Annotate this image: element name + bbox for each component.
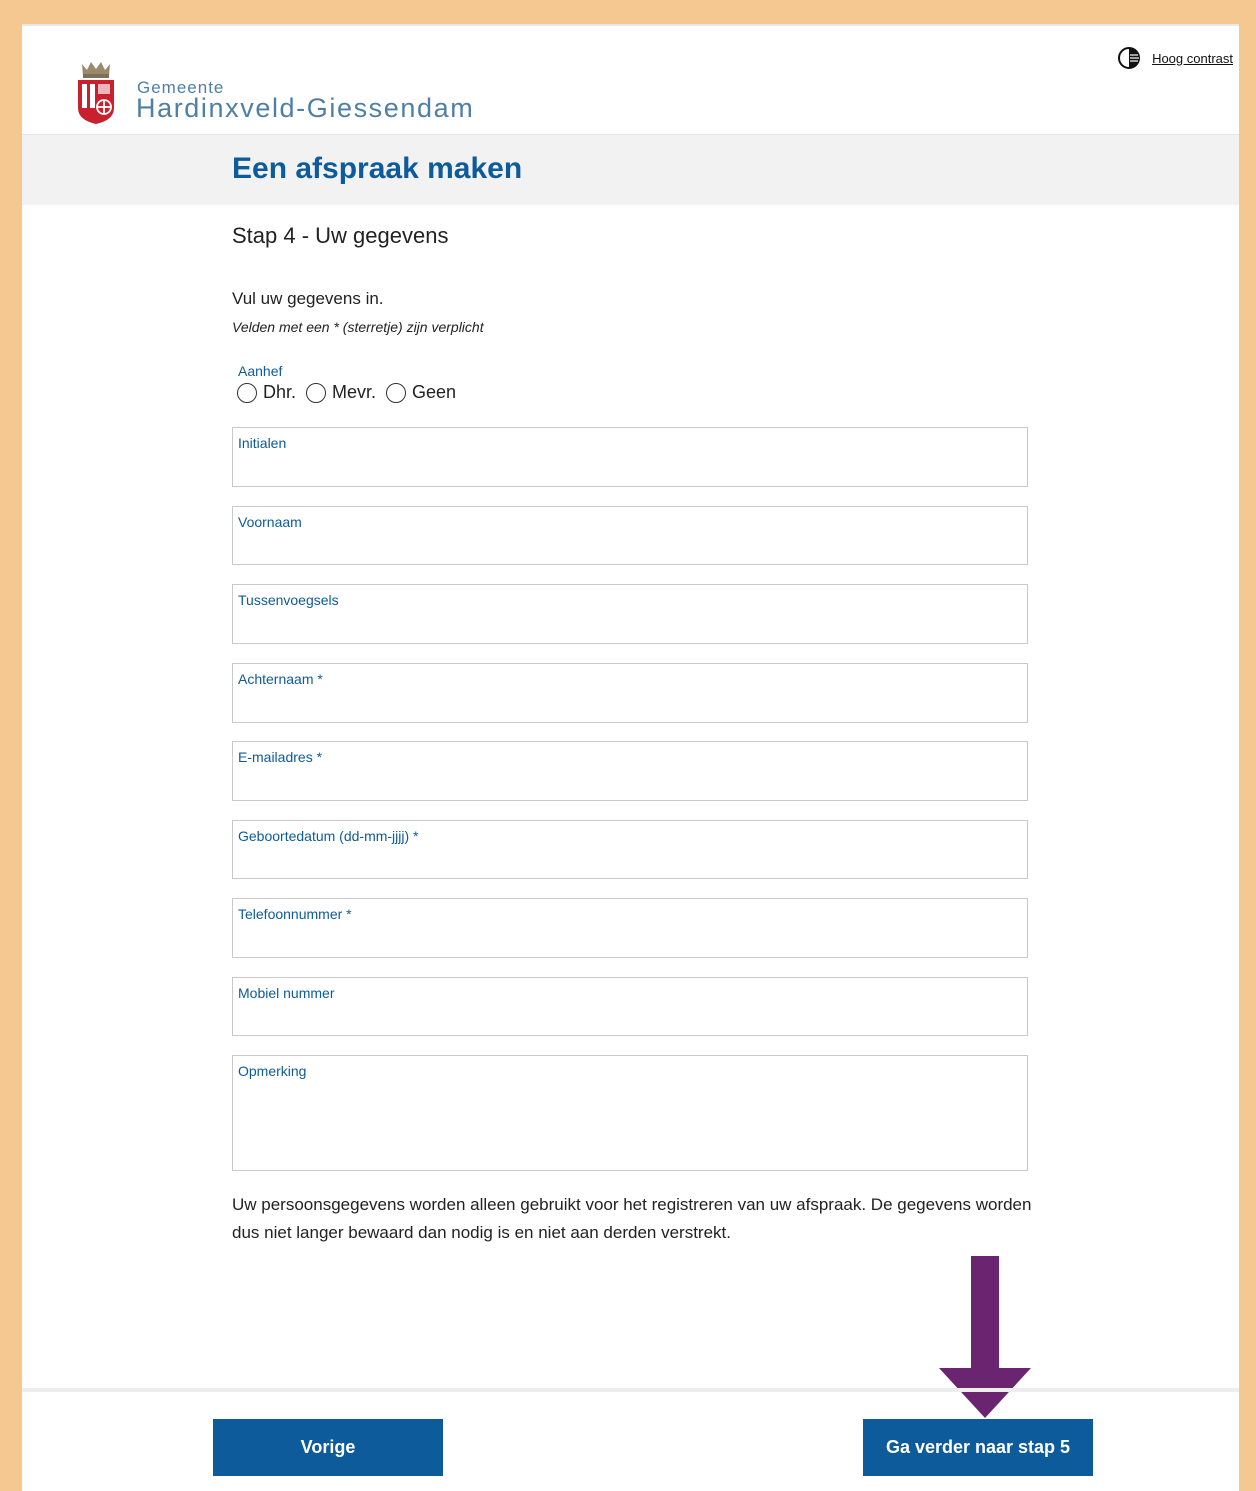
high-contrast-toggle[interactable]: Hoog contrast <box>1117 46 1233 70</box>
down-arrow-icon <box>939 1256 1031 1418</box>
page-frame: Gemeente Hardinxveld-Giessendam Hoog con… <box>22 24 1239 1491</box>
page-title: Een afspraak maken <box>232 152 523 185</box>
voornaam-field[interactable]: Voornaam <box>232 506 1028 565</box>
contrast-icon <box>1118 47 1141 69</box>
email-input[interactable] <box>238 772 1022 796</box>
voornaam-label: Voornaam <box>238 514 302 530</box>
voornaam-input[interactable] <box>238 536 1022 560</box>
geboortedatum-label: Geboortedatum (dd-mm-jjjj) * <box>238 828 419 844</box>
radio-circle[interactable] <box>237 382 257 403</box>
mobiel-label: Mobiel nummer <box>238 985 335 1001</box>
telefoon-input[interactable] <box>238 929 1022 953</box>
achternaam-field[interactable]: Achternaam * <box>232 663 1028 723</box>
site-header: Gemeente Hardinxveld-Giessendam Hoog con… <box>22 26 1239 135</box>
radio-geen-label: Geen <box>412 382 457 402</box>
required-note: Velden met een * (sterretje) zijn verpli… <box>232 319 484 335</box>
initialen-field[interactable]: Initialen <box>232 427 1028 487</box>
achternaam-input[interactable] <box>238 694 1022 718</box>
geboortedatum-input[interactable] <box>238 850 1022 874</box>
aanhef-label: Aanhef <box>238 363 283 379</box>
mobiel-field[interactable]: Mobiel nummer <box>232 977 1028 1036</box>
email-label: E-mailadres * <box>238 749 323 765</box>
initialen-input[interactable] <box>238 458 1022 482</box>
tussenvoegsels-field[interactable]: Tussenvoegsels <box>232 584 1028 644</box>
telefoon-label: Telefoonnummer * <box>238 906 352 922</box>
title-band <box>22 135 1239 205</box>
geboortedatum-field[interactable]: Geboortedatum (dd-mm-jjjj) * <box>232 820 1028 879</box>
radio-circle[interactable] <box>306 382 327 403</box>
footer-divider <box>22 1388 1239 1392</box>
opmerking-textarea[interactable] <box>238 1086 1022 1166</box>
radio-dhr[interactable]: Dhr. <box>237 382 296 403</box>
step-heading: Stap 4 - Uw gegevens <box>232 223 449 248</box>
telefoon-field[interactable]: Telefoonnummer * <box>232 898 1028 958</box>
radio-circle[interactable] <box>386 382 407 403</box>
intro-text: Vul uw gegevens in. <box>232 289 384 308</box>
opmerking-field[interactable]: Opmerking <box>232 1055 1028 1171</box>
achternaam-label: Achternaam * <box>238 671 323 687</box>
tussenvoegsels-input[interactable] <box>238 615 1022 639</box>
high-contrast-link[interactable]: Hoog contrast <box>1152 51 1233 66</box>
brand-name[interactable]: Hardinxveld-Giessendam <box>136 93 474 124</box>
tussenvoegsels-label: Tussenvoegsels <box>238 592 339 608</box>
radio-geen[interactable]: Geen <box>386 382 456 403</box>
coat-of-arms-icon[interactable] <box>76 60 116 126</box>
radio-mevr-label: Mevr. <box>332 382 377 402</box>
radio-dhr-label: Dhr. <box>263 382 297 402</box>
next-step-button[interactable]: Ga verder naar stap 5 <box>863 1419 1093 1476</box>
email-field[interactable]: E-mailadres * <box>232 741 1028 801</box>
privacy-notice: Uw persoonsgegevens worden alleen gebrui… <box>232 1195 1032 1242</box>
previous-button[interactable]: Vorige <box>213 1419 443 1476</box>
aanhef-radio-group: Dhr. Mevr. Geen <box>237 382 466 403</box>
mobiel-input[interactable] <box>238 1007 1022 1031</box>
initialen-label: Initialen <box>238 435 287 451</box>
radio-mevr[interactable]: Mevr. <box>306 382 376 403</box>
opmerking-label: Opmerking <box>238 1063 307 1079</box>
